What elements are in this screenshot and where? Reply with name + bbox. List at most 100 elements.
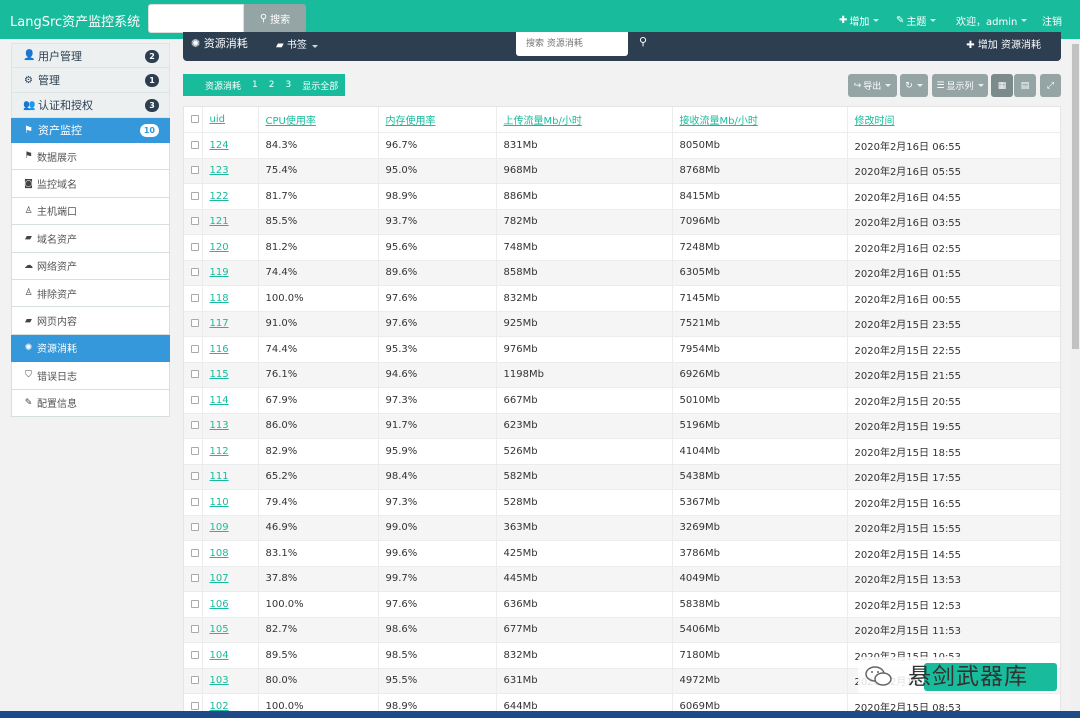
row-select-cell[interactable] (184, 540, 203, 567)
sidebar-item-auth[interactable]: 👥 认证和授权 3 (11, 93, 170, 118)
tab-page-1[interactable]: 1 (252, 80, 258, 90)
row-checkbox[interactable] (191, 421, 199, 430)
uid-cell[interactable]: 108 (202, 540, 259, 567)
uid-cell[interactable]: 111 (202, 464, 259, 490)
sidebar-item-config[interactable]: ✎ 配置信息 (11, 389, 170, 417)
row-select-cell[interactable] (184, 387, 203, 414)
row-checkbox[interactable] (191, 217, 199, 226)
row-select-cell[interactable] (184, 336, 203, 363)
uid-cell[interactable]: 121 (202, 209, 259, 235)
table-row[interactable]: 114 67.9% 97.3% 667Mb 5010Mb 2020年2月15日 20:55 (184, 387, 1060, 414)
table-row[interactable]: 124 84.3% 96.7% 831Mb 8050Mb 2020年2月16日 06:55 (184, 132, 1060, 159)
sidebar-item-excluded-assets[interactable]: ♙ 排除资产 (11, 279, 170, 308)
column-header-uid[interactable]: uid (202, 107, 259, 133)
row-select-cell[interactable] (184, 642, 203, 669)
row-select-cell[interactable] (184, 311, 203, 337)
row-checkbox[interactable] (191, 676, 199, 685)
table-row[interactable]: 107 37.8% 99.7% 445Mb 4049Mb 2020年2月15日 13:53 (184, 566, 1060, 592)
sidebar-item-host-ports[interactable]: ♙ 主机端口 (11, 197, 170, 226)
sidebar-item-network-assets[interactable]: ☁ 网络资产 (11, 252, 170, 280)
sidebar-item-web-content[interactable]: ▰ 网页内容 (11, 307, 170, 335)
uid-cell[interactable]: 110 (202, 489, 259, 516)
row-select-cell[interactable] (184, 617, 203, 643)
table-view-button[interactable]: ▤ (1014, 74, 1036, 97)
export-button[interactable]: ↪ 导出 (848, 74, 897, 97)
row-select-cell[interactable] (184, 158, 203, 184)
row-select-cell[interactable] (184, 234, 203, 261)
row-select-cell[interactable] (184, 260, 203, 286)
select-all-cell[interactable] (184, 107, 203, 133)
uid-cell[interactable]: 114 (202, 387, 259, 414)
uid-cell[interactable]: 103 (202, 668, 259, 694)
column-header-cpu[interactable]: CPU使用率 (258, 107, 379, 133)
uid-cell[interactable]: 122 (202, 183, 259, 210)
table-row[interactable]: 115 76.1% 94.6% 1198Mb 6926Mb 2020年2月15日 21:5… (184, 362, 1060, 388)
grid-view-button[interactable]: ▦ (991, 74, 1013, 97)
bookmark-menu[interactable]: ▰ 书签 (276, 36, 319, 51)
table-row[interactable]: 121 85.5% 93.7% 782Mb 7096Mb 2020年2月16日 03:55 (184, 209, 1060, 235)
row-checkbox[interactable] (191, 293, 199, 302)
row-select-cell[interactable] (184, 489, 203, 516)
user-menu[interactable]: 欢迎，admin (956, 13, 1028, 28)
sidebar-item-admin[interactable]: ⚙ 管理 1 (11, 68, 170, 93)
table-row[interactable]: 116 74.4% 95.3% 976Mb 7954Mb 2020年2月15日 22:55 (184, 336, 1060, 363)
row-checkbox[interactable] (191, 140, 199, 149)
row-select-cell[interactable] (184, 591, 203, 618)
row-checkbox[interactable] (191, 268, 199, 277)
row-select-cell[interactable] (184, 209, 203, 235)
sidebar-item-error-log[interactable]: ⛉ 错误日志 (11, 362, 170, 390)
row-select-cell[interactable] (184, 285, 203, 312)
table-row[interactable]: 122 81.7% 98.9% 886Mb 8415Mb 2020年2月16日 04:55 (184, 183, 1060, 210)
row-checkbox[interactable] (191, 472, 199, 481)
row-checkbox[interactable] (191, 319, 199, 328)
column-header-modified[interactable]: 修改时间 (847, 107, 1060, 133)
table-row[interactable]: 111 65.2% 98.4% 582Mb 5438Mb 2020年2月15日 17:55 (184, 464, 1060, 490)
scrollbar-thumb[interactable] (1072, 44, 1079, 349)
row-select-cell[interactable] (184, 362, 203, 388)
uid-cell[interactable]: 106 (202, 591, 259, 618)
refresh-button[interactable]: ↻ (900, 74, 928, 97)
column-header-memory[interactable]: 内存使用率 (378, 107, 497, 133)
table-row[interactable]: 108 83.1% 99.6% 425Mb 3786Mb 2020年2月15日 14:55 (184, 540, 1060, 567)
column-header-upload[interactable]: 上传流量Mb/小时 (496, 107, 673, 133)
table-row[interactable]: 113 86.0% 91.7% 623Mb 5196Mb 2020年2月15日 19:55 (184, 413, 1060, 439)
logout-link[interactable]: 注销 (1042, 13, 1062, 28)
theme-menu[interactable]: ✎ 主题 (896, 13, 937, 28)
row-checkbox[interactable] (191, 370, 199, 379)
uid-cell[interactable]: 104 (202, 642, 259, 669)
row-checkbox[interactable] (191, 166, 199, 175)
row-checkbox[interactable] (191, 574, 199, 583)
select-all-checkbox[interactable] (191, 115, 199, 123)
table-row[interactable]: 110 79.4% 97.3% 528Mb 5367Mb 2020年2月15日 16:55 (184, 489, 1060, 516)
tab-page-3[interactable]: 3 (285, 80, 291, 90)
add-menu[interactable]: ✚ 增加 (839, 13, 880, 28)
uid-cell[interactable]: 119 (202, 260, 259, 286)
uid-cell[interactable]: 117 (202, 311, 259, 337)
uid-cell[interactable]: 107 (202, 566, 259, 592)
row-checkbox[interactable] (191, 599, 199, 608)
row-select-cell[interactable] (184, 515, 203, 541)
uid-cell[interactable]: 116 (202, 336, 259, 363)
uid-cell[interactable]: 118 (202, 285, 259, 312)
tab-page-2[interactable]: 2 (269, 80, 275, 90)
table-row[interactable]: 123 75.4% 95.0% 968Mb 8768Mb 2020年2月16日 05:55 (184, 158, 1060, 184)
row-select-cell[interactable] (184, 566, 203, 592)
fullscreen-button[interactable]: ⤢ (1040, 74, 1061, 97)
row-checkbox[interactable] (191, 497, 199, 506)
search-button[interactable]: ⚲ 搜索 (244, 4, 306, 33)
row-select-cell[interactable] (184, 132, 203, 159)
row-checkbox[interactable] (191, 625, 199, 634)
add-resource-button[interactable]: ✚ 增加 资源消耗 (966, 36, 1041, 51)
app-title[interactable]: LangSrc资产监控系统 (10, 11, 140, 30)
row-checkbox[interactable] (191, 395, 199, 404)
search-icon[interactable]: ⚲ (639, 35, 647, 48)
uid-cell[interactable]: 109 (202, 515, 259, 541)
table-row[interactable]: 118 100.0% 97.6% 832Mb 7145Mb 2020年2月16日 00:5… (184, 285, 1060, 312)
row-checkbox[interactable] (191, 548, 199, 557)
table-row[interactable]: 119 74.4% 89.6% 858Mb 6305Mb 2020年2月16日 01:55 (184, 260, 1060, 286)
panel-title[interactable]: ✺ 资源消耗 (191, 35, 248, 51)
row-checkbox[interactable] (191, 523, 199, 532)
sidebar-item-domain-assets[interactable]: ▰ 域名资产 (11, 225, 170, 253)
row-select-cell[interactable] (184, 413, 203, 439)
uid-cell[interactable]: 105 (202, 617, 259, 643)
